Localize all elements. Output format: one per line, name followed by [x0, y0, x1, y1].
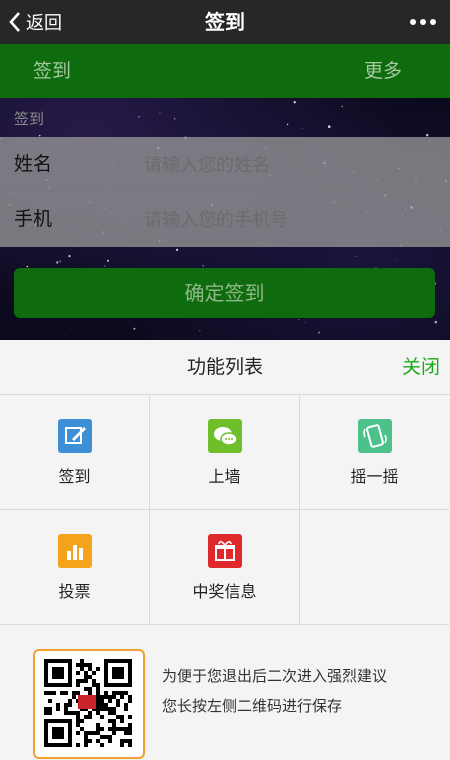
function-item-wall[interactable]: 上墙 [150, 395, 300, 510]
vote-chart-icon [58, 534, 92, 568]
top-nav-bar: 返回 签到 [0, 0, 450, 44]
function-item-label: 中奖信息 [192, 582, 257, 601]
function-item-sign-in[interactable]: 签到 [0, 395, 150, 510]
function-item-label: 摇一摇 [350, 467, 399, 486]
name-input[interactable] [142, 147, 436, 183]
confirm-sign-in-button[interactable]: 确定签到 [14, 268, 435, 318]
function-item-label: 投票 [58, 582, 91, 601]
more-menu-icon[interactable] [410, 0, 436, 44]
empty-grid-cell [300, 510, 449, 625]
close-button[interactable]: 关闭 [402, 340, 440, 394]
page-title: 签到 [205, 10, 245, 34]
chat-wall-icon [208, 419, 242, 453]
function-list-sheet: 功能列表 关闭 签到 上墙 摇一摇 投票 中奖信息 为便于您退出后二次进入强烈建… [0, 340, 450, 760]
qr-save-area: 为便于您退出后二次进入强烈建议 您长按左侧二维码进行保存 [0, 625, 450, 760]
name-row: 姓名 [0, 137, 450, 192]
function-item-prize[interactable]: 中奖信息 [150, 510, 300, 625]
name-label: 姓名 [14, 153, 53, 175]
tab-sign-in[interactable]: 签到 [33, 44, 71, 98]
sign-in-form: 姓名 手机 [0, 137, 450, 247]
phone-label: 手机 [14, 208, 53, 230]
function-item-label: 上墙 [208, 467, 241, 486]
phone-row: 手机 [0, 192, 450, 246]
tab-more[interactable]: 更多 [364, 44, 402, 98]
sheet-header: 功能列表 关闭 [0, 340, 450, 395]
function-grid: 签到 上墙 摇一摇 投票 中奖信息 [0, 395, 450, 625]
function-item-shake[interactable]: 摇一摇 [300, 395, 449, 510]
qr-hint-line-2: 您长按左侧二维码进行保存 [162, 697, 343, 715]
gift-icon [208, 534, 242, 568]
green-tab-bar: 签到 更多 [0, 44, 450, 98]
qr-code[interactable] [33, 649, 145, 759]
qr-hint-text: 为便于您退出后二次进入强烈建议 您长按左侧二维码进行保存 [162, 661, 442, 721]
function-item-vote[interactable]: 投票 [0, 510, 150, 625]
shake-phone-icon [358, 419, 392, 453]
phone-input[interactable] [142, 202, 436, 238]
sheet-title: 功能列表 [186, 356, 263, 378]
function-item-label: 签到 [58, 467, 91, 486]
qr-code-image [44, 659, 132, 747]
sign-in-icon [58, 419, 92, 453]
qr-hint-line-1: 为便于您退出后二次进入强烈建议 [162, 667, 388, 685]
section-label: 签到 [14, 110, 45, 128]
